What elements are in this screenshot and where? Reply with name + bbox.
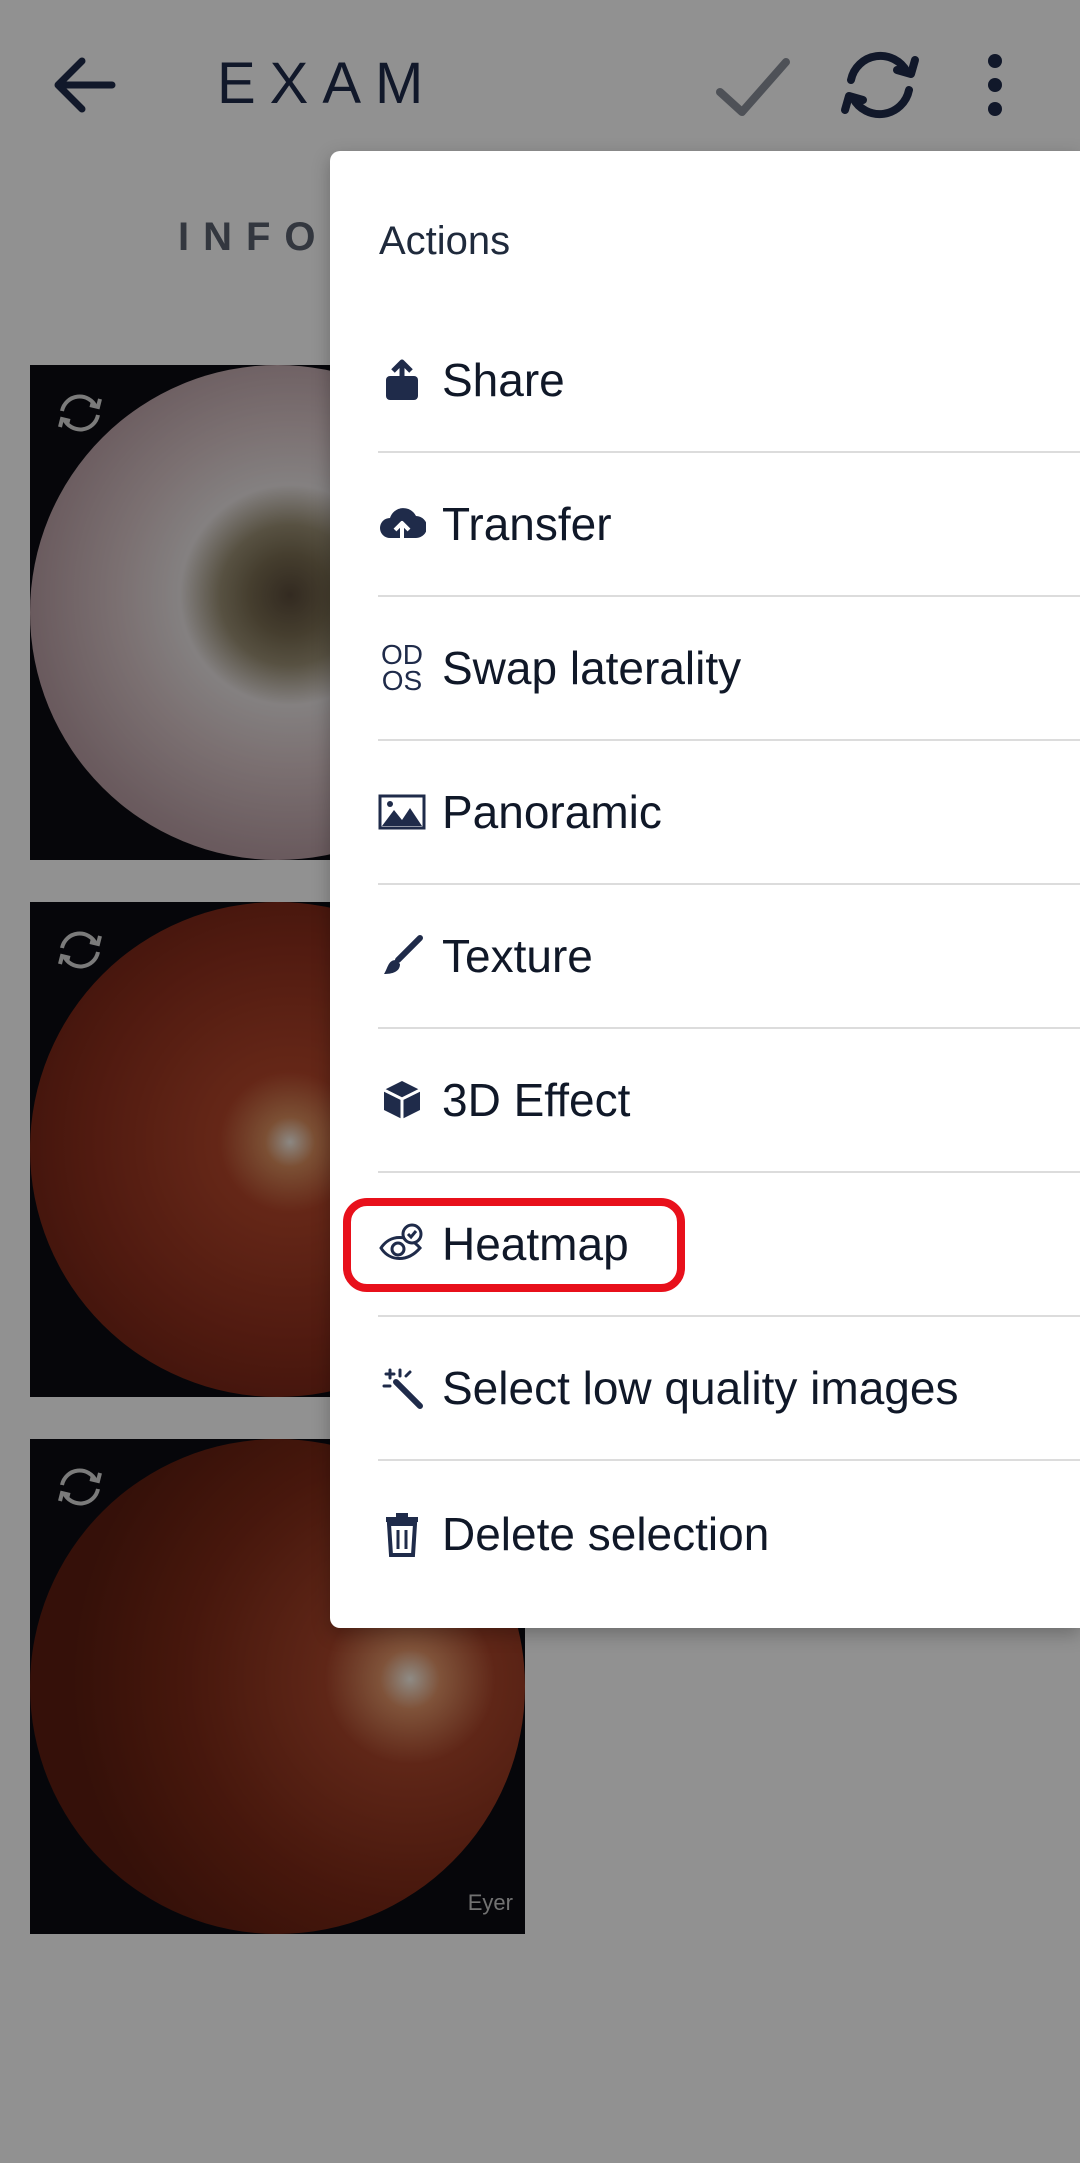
menu-header: Actions xyxy=(379,219,511,263)
menu-item-label: Share xyxy=(442,354,565,406)
menu-item-swap-laterality[interactable]: OD OS Swap laterality xyxy=(378,596,1080,740)
menu-item-label: 3D Effect xyxy=(442,1074,631,1126)
os-label: OS xyxy=(381,665,423,696)
menu-item-transfer[interactable]: Transfer xyxy=(378,452,1080,596)
panorama-icon xyxy=(378,788,426,836)
trash-icon xyxy=(378,1510,426,1558)
menu-item-texture[interactable]: Texture xyxy=(378,884,1080,1028)
cloud-upload-icon xyxy=(378,500,426,548)
brush-icon xyxy=(378,932,426,980)
share-icon xyxy=(378,356,426,404)
menu-item-label: Delete selection xyxy=(442,1508,770,1560)
menu-item-label: Panoramic xyxy=(442,786,662,838)
divider xyxy=(378,1459,1080,1461)
menu-item-label: Transfer xyxy=(442,498,612,550)
actions-menu: Actions Share Transfer OD OS Swap latera… xyxy=(330,151,1080,1628)
heatmap-highlight-box xyxy=(343,1198,685,1292)
menu-item-label: Texture xyxy=(442,930,593,982)
menu-item-3d-effect[interactable]: 3D Effect xyxy=(378,1028,1080,1172)
od-os-icon: OD OS xyxy=(378,641,426,696)
menu-item-panoramic[interactable]: Panoramic xyxy=(378,740,1080,884)
menu-item-label: Select low quality images xyxy=(442,1362,959,1414)
magic-wand-icon xyxy=(378,1364,426,1412)
menu-item-select-low-quality[interactable]: Select low quality images xyxy=(378,1316,1080,1460)
cube-icon xyxy=(378,1076,426,1124)
menu-item-delete-selection[interactable]: Delete selection xyxy=(378,1462,1080,1606)
menu-item-label: Swap laterality xyxy=(442,642,742,694)
menu-item-share[interactable]: Share xyxy=(378,308,1080,452)
